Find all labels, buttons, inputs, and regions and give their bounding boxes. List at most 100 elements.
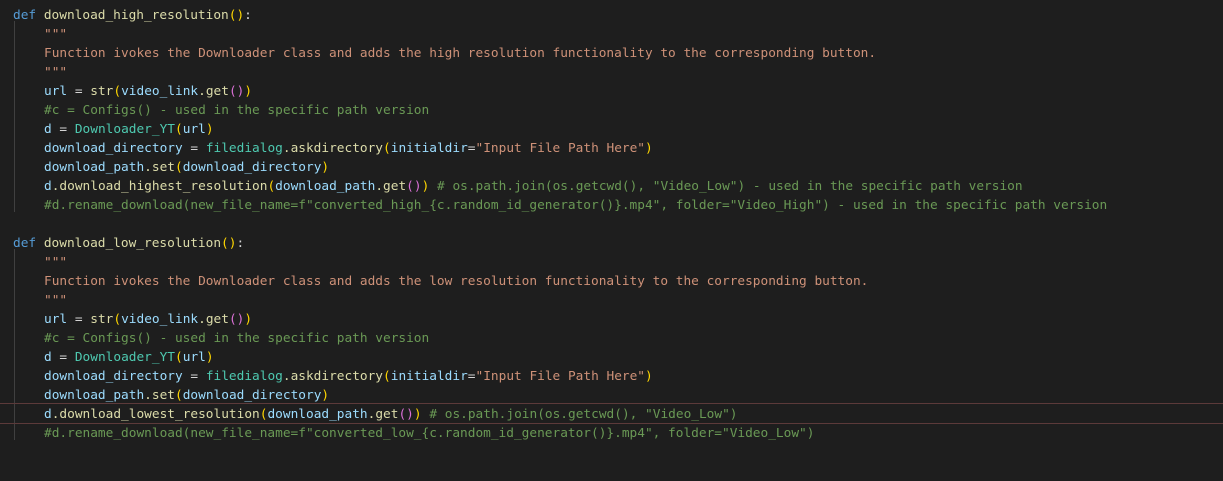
docstring-delimiter: """	[44, 255, 68, 270]
paren: )	[205, 350, 214, 365]
colon: :	[236, 236, 245, 251]
code-line[interactable]: """	[0, 63, 1223, 82]
comment: #c = Configs() - used in the specific pa…	[44, 331, 430, 346]
paren: (	[267, 179, 276, 194]
code-line-current[interactable]: d.download_lowest_resolution(download_pa…	[0, 403, 1223, 424]
operator: =	[467, 141, 476, 156]
paren: (	[383, 369, 391, 384]
builtin-call: str	[90, 84, 114, 99]
paren: (	[383, 141, 391, 156]
argument: download_path	[267, 407, 368, 422]
code-editor[interactable]: def download_high_resolution(): """ Func…	[0, 0, 1223, 456]
argument: download_directory	[182, 160, 322, 175]
class-name: Downloader_YT	[74, 122, 176, 137]
code-line[interactable]: url = str(video_link.get())	[0, 310, 1223, 329]
code-line[interactable]: download_path.set(download_directory)	[0, 158, 1223, 177]
variable: download_directory	[44, 369, 183, 384]
paren: )	[321, 388, 330, 403]
paren: (	[175, 160, 183, 175]
code-line[interactable]: #d.rename_download(new_file_name=f"conve…	[0, 196, 1223, 215]
operator: =	[67, 84, 91, 99]
colon: :	[244, 8, 252, 23]
code-line[interactable]: """	[0, 291, 1223, 310]
docstring-delimiter: """	[44, 27, 68, 42]
paren: ()	[228, 8, 245, 23]
code-line[interactable]: Function ivokes the Downloader class and…	[0, 272, 1223, 291]
comment: # os.path.join(os.getcwd(), "Video_Low")	[429, 407, 738, 422]
keyword-argument: initialdir	[390, 141, 468, 156]
argument: video_link	[121, 84, 199, 99]
comment: #d.rename_download(new_file_name=f"conve…	[44, 426, 815, 441]
operator: =	[182, 369, 206, 384]
keyword-def: def	[13, 8, 37, 23]
code-line[interactable]: #c = Configs() - used in the specific pa…	[0, 329, 1223, 348]
code-line[interactable]: d = Downloader_YT(url)	[0, 120, 1223, 139]
object-name: download_path	[44, 160, 145, 175]
class-name: Downloader_YT	[74, 350, 176, 365]
code-line[interactable]: download_directory = filedialog.askdirec…	[0, 139, 1223, 158]
paren: )	[321, 160, 330, 175]
module-name: filedialog	[205, 141, 283, 156]
code-line[interactable]: """	[0, 25, 1223, 44]
code-line[interactable]: #c = Configs() - used in the specific pa…	[0, 101, 1223, 120]
comment: #c = Configs() - used in the specific pa…	[44, 103, 430, 118]
operator: =	[182, 141, 206, 156]
code-line[interactable]: """	[0, 253, 1223, 272]
method-call: .download_highest_resolution	[51, 179, 268, 194]
paren: ()	[228, 84, 245, 99]
paren: ()	[406, 179, 422, 194]
code-line[interactable]: d.download_highest_resolution(download_p…	[0, 177, 1223, 196]
docstring-delimiter: """	[44, 293, 68, 308]
method-call: .download_lowest_resolution	[51, 407, 260, 422]
comment: # os.path.join(os.getcwd(), "Video_Low")…	[437, 179, 1023, 194]
code-line[interactable]: #d.rename_download(new_file_name=f"conve…	[0, 424, 1223, 443]
argument: video_link	[121, 312, 199, 327]
method-call: .get	[375, 179, 407, 194]
method-call: .get	[367, 407, 399, 422]
paren: )	[645, 141, 653, 156]
code-line[interactable]: Function ivokes the Downloader class and…	[0, 44, 1223, 63]
paren: (	[175, 122, 183, 137]
argument: download_path	[275, 179, 376, 194]
operator: =	[67, 312, 91, 327]
keyword-argument: initialdir	[390, 369, 468, 384]
keyword-def: def	[13, 236, 37, 251]
method-call: .get	[198, 312, 229, 327]
function-name: download_high_resolution	[43, 8, 229, 23]
variable: d	[44, 122, 52, 137]
object-name: d	[44, 407, 52, 422]
method-call: .set	[144, 160, 175, 175]
code-line[interactable]: def download_low_resolution():	[0, 234, 1223, 253]
paren: )	[413, 407, 422, 422]
variable: url	[44, 84, 68, 99]
variable: download_directory	[44, 141, 183, 156]
method-call: .get	[198, 84, 229, 99]
code-line[interactable]: url = str(video_link.get())	[0, 82, 1223, 101]
paren: (	[113, 312, 122, 327]
paren: (	[113, 84, 122, 99]
operator: =	[51, 122, 75, 137]
method-call: .set	[144, 388, 175, 403]
paren: ()	[398, 407, 414, 422]
code-line[interactable]: d = Downloader_YT(url)	[0, 348, 1223, 367]
code-line[interactable]: download_directory = filedialog.askdirec…	[0, 367, 1223, 386]
docstring-text: Function ivokes the Downloader class and…	[44, 46, 877, 61]
string-literal: "Input File Path Here"	[475, 369, 646, 384]
variable: d	[44, 350, 52, 365]
argument: url	[182, 122, 206, 137]
docstring-delimiter: """	[44, 65, 68, 80]
operator: =	[51, 350, 75, 365]
operator: =	[467, 369, 476, 384]
paren: )	[244, 84, 253, 99]
argument: download_directory	[182, 388, 322, 403]
variable: url	[44, 312, 68, 327]
builtin-call: str	[90, 312, 114, 327]
object-name: download_path	[44, 388, 145, 403]
code-line[interactable]: def download_high_resolution():	[0, 6, 1223, 25]
paren: (	[175, 350, 183, 365]
method-call: .askdirectory	[282, 141, 384, 156]
method-call: .askdirectory	[282, 369, 384, 384]
argument: url	[182, 350, 206, 365]
object-name: d	[44, 179, 52, 194]
paren: )	[421, 179, 430, 194]
